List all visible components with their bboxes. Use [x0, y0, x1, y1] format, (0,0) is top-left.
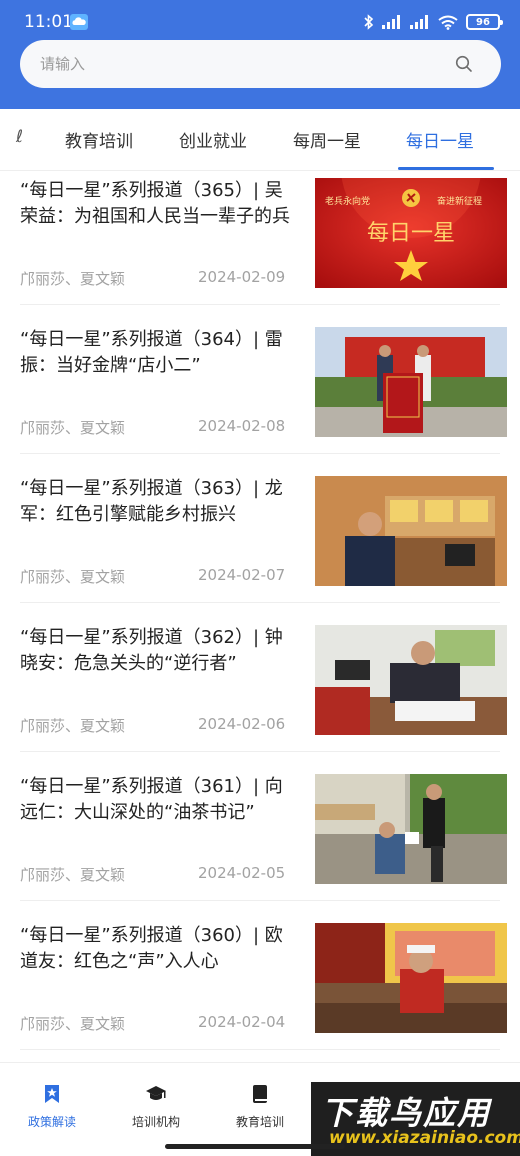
article-title[interactable]: “每日一星”系列报道（362）| 钟晓安：危急关头的“逆行者” — [20, 625, 300, 677]
article-thumbnail[interactable] — [315, 476, 507, 586]
book-icon — [253, 1085, 267, 1103]
article-date: 2024-02-09 — [198, 268, 286, 286]
divider — [20, 453, 500, 454]
nav-training-institutions[interactable]: 培训机构 — [121, 1083, 191, 1130]
divider — [20, 751, 500, 752]
article-author: 邝丽莎、夏文颖 — [20, 419, 126, 437]
article-thumbnail[interactable] — [315, 327, 507, 437]
article-thumbnail[interactable] — [315, 774, 507, 884]
nav-label: 教育培训 — [235, 1115, 284, 1129]
article-list: “每日一星”系列报道（365）| 吴荣益：为祖国和人民当一辈子的兵 邝丽莎、夏文… — [0, 172, 520, 1062]
cloud-icon — [70, 14, 88, 30]
article-item[interactable]: “每日一星”系列报道（365）| 吴荣益：为祖国和人民当一辈子的兵 邝丽莎、夏文… — [0, 172, 520, 321]
search-bar[interactable] — [20, 40, 501, 88]
article-item[interactable]: “每日一星”系列报道（363）| 龙军：红色引擎赋能乡村振兴 邝丽莎、夏文颖 2… — [0, 470, 520, 619]
thumb-banner-left: 老兵永向党 — [325, 195, 370, 207]
wifi-icon — [438, 15, 458, 30]
tab-entrepreneurship-employment[interactable]: 创业就业 — [179, 127, 247, 152]
party-emblem-icon — [402, 189, 420, 207]
article-author: 邝丽莎、夏文颖 — [20, 866, 126, 884]
battery-icon: 96 — [466, 14, 503, 30]
article-item[interactable]: “每日一星”系列报道（364）| 雷振：当好金牌“店小二” 邝丽莎、夏文颖 20… — [0, 321, 520, 470]
bluetooth-icon — [364, 14, 374, 30]
divider — [20, 1049, 500, 1050]
article-item[interactable]: “每日一星”系列报道（360）| 欧道友：红色之“声”入人心 邝丽莎、夏文颖 2… — [0, 917, 520, 1062]
bookmark-star-icon — [45, 1085, 59, 1103]
article-date: 2024-02-05 — [198, 864, 286, 882]
article-author: 邝丽莎、夏文颖 — [20, 270, 126, 288]
article-thumbnail[interactable] — [315, 923, 507, 1033]
nav-education-training[interactable]: 教育培训 — [225, 1083, 295, 1130]
article-title[interactable]: “每日一星”系列报道（361）| 向远仁：大山深处的“油茶书记” — [20, 774, 300, 826]
article-item[interactable]: “每日一星”系列报道（362）| 钟晓安：危急关头的“逆行者” 邝丽莎、夏文颖 … — [0, 619, 520, 768]
tab-education-training[interactable]: 教育培训 — [65, 127, 133, 152]
article-author: 邝丽莎、夏文颖 — [20, 1015, 126, 1033]
signal-2-icon — [410, 15, 428, 29]
article-thumbnail[interactable] — [315, 625, 507, 735]
thumb-headline: 每日一星 — [367, 221, 455, 246]
article-title[interactable]: “每日一星”系列报道（363）| 龙军：红色引擎赋能乡村振兴 — [20, 476, 300, 528]
article-date: 2024-02-07 — [198, 566, 286, 584]
article-author: 邝丽莎、夏文颖 — [20, 717, 126, 735]
graduation-cap-icon — [146, 1086, 166, 1100]
nav-policy-interpretation[interactable]: 政策解读 — [17, 1083, 87, 1130]
search-icon[interactable] — [455, 55, 473, 73]
thumb-banner-right: 奋进新征程 — [437, 195, 482, 207]
article-title[interactable]: “每日一星”系列报道（360）| 欧道友：红色之“声”入人心 — [20, 923, 300, 975]
tab-daily-star[interactable]: 每日一星 — [406, 127, 474, 152]
nav-label: 政策解读 — [27, 1115, 76, 1129]
tab-truncated[interactable]: ℓ — [16, 127, 23, 147]
article-title[interactable]: “每日一星”系列报道（365）| 吴荣益：为祖国和人民当一辈子的兵 — [20, 178, 300, 230]
divider — [20, 900, 500, 901]
article-date: 2024-02-04 — [198, 1013, 286, 1031]
article-title[interactable]: “每日一星”系列报道（364）| 雷振：当好金牌“店小二” — [20, 327, 300, 379]
tab-weekly-star[interactable]: 每周一星 — [293, 127, 361, 152]
divider — [20, 602, 500, 603]
article-author: 邝丽莎、夏文颖 — [20, 568, 126, 586]
article-item[interactable]: “每日一星”系列报道（361）| 向远仁：大山深处的“油茶书记” 邝丽莎、夏文颖… — [0, 768, 520, 917]
status-icons: 96 — [364, 13, 503, 31]
status-bar: 11:01 96 — [0, 0, 520, 44]
article-thumbnail[interactable]: 老兵永向党 奋进新征程 每日一星 — [315, 178, 507, 288]
status-time: 11:01 — [24, 12, 73, 32]
search-input[interactable] — [40, 40, 440, 88]
category-tabs: ℓ 教育培训 创业就业 每周一星 每日一星 — [0, 109, 520, 171]
battery-level: 96 — [476, 16, 490, 28]
nav-label: 培训机构 — [131, 1115, 180, 1129]
home-indicator — [165, 1144, 345, 1149]
active-tab-indicator — [398, 167, 494, 170]
signal-icon — [382, 15, 400, 29]
app-header: 11:01 96 请输入 — [0, 0, 520, 109]
watermark-url: www.xiazainiao.com — [329, 1128, 520, 1148]
article-date: 2024-02-06 — [198, 715, 286, 733]
article-date: 2024-02-08 — [198, 417, 286, 435]
divider — [20, 304, 500, 305]
